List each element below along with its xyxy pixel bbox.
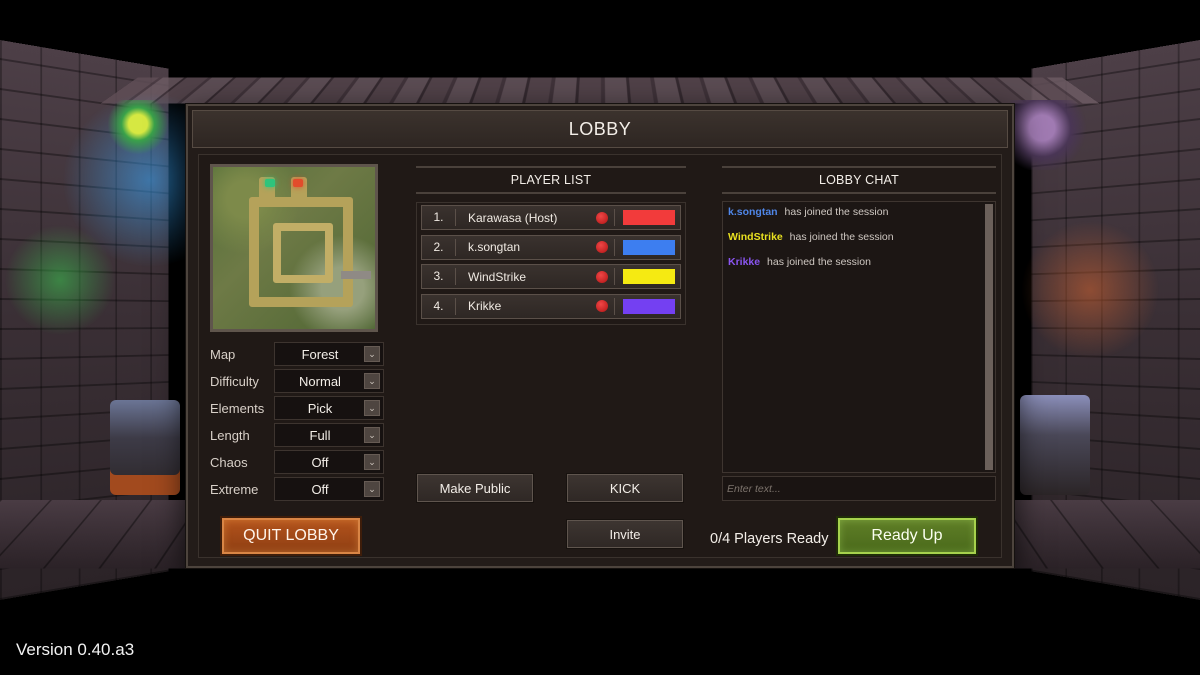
player-number: 1.: [422, 209, 456, 226]
chevron-down-icon[interactable]: ⌄: [364, 346, 380, 362]
player-row[interactable]: 3. WindStrike: [421, 264, 681, 289]
players-ready-status: 0/4 Players Ready: [710, 531, 829, 547]
setting-label: Chaos: [210, 454, 248, 470]
setting-map: Map Forest ⌄: [210, 342, 388, 366]
setting-label: Difficulty: [210, 373, 259, 389]
spawn-green-icon: [265, 179, 275, 187]
chat-input[interactable]: [722, 476, 996, 501]
dungeon-floor-back: [100, 77, 1100, 104]
green-creature: [0, 220, 120, 340]
chevron-down-icon[interactable]: ⌄: [364, 481, 380, 497]
chevron-down-icon[interactable]: ⌄: [364, 454, 380, 470]
chat-username: Krikke: [728, 256, 761, 268]
chat-message: WindStrike has joined the session: [728, 231, 977, 243]
length-dropdown[interactable]: Full ⌄: [274, 423, 384, 447]
map-gate: [341, 271, 371, 279]
dropdown-value: Normal: [299, 373, 341, 389]
map-path-inner: [273, 223, 333, 283]
chat-text: has joined the session: [767, 256, 871, 268]
setting-extreme: Extreme Off ⌄: [210, 477, 388, 501]
dropdown-value: Forest: [301, 346, 339, 362]
chat-scrollbar[interactable]: [985, 204, 993, 470]
setting-difficulty: Difficulty Normal ⌄: [210, 369, 388, 393]
setting-label: Extreme: [210, 481, 259, 497]
map-preview: [210, 164, 378, 332]
chat-username: k.songtan: [728, 206, 778, 218]
setting-label: Map: [210, 346, 236, 362]
player-name: WindStrike: [468, 269, 527, 284]
not-ready-indicator-icon: [596, 241, 608, 253]
orange-golem: [1020, 210, 1160, 370]
not-ready-indicator-icon: [596, 300, 608, 312]
chat-username: WindStrike: [728, 231, 783, 243]
lobby-window: LOBBY Map Forest ⌄ Difficulty Normal ⌄ E…: [186, 104, 1014, 568]
extreme-dropdown[interactable]: Off ⌄: [274, 477, 384, 501]
divider: [614, 238, 615, 256]
setting-elements: Elements Pick ⌄: [210, 396, 388, 420]
map-dropdown[interactable]: Forest ⌄: [274, 342, 384, 366]
lobby-chat-title: LOBBY CHAT: [722, 166, 996, 194]
player-row[interactable]: 1. Karawasa (Host): [421, 205, 681, 230]
plant-tower: [108, 100, 168, 160]
player-number: 3.: [422, 268, 456, 285]
invite-button[interactable]: Invite: [567, 520, 683, 548]
make-public-button[interactable]: Make Public: [417, 474, 533, 502]
setting-chaos: Chaos Off ⌄: [210, 450, 388, 474]
divider: [614, 209, 615, 226]
cannon-tower-left: [110, 400, 180, 495]
player-list: 1. Karawasa (Host) 2. k.songtan 3. WindS…: [416, 202, 686, 325]
player-color-swatch[interactable]: [623, 210, 675, 225]
setting-label: Length: [210, 427, 250, 443]
ready-up-button[interactable]: Ready Up: [838, 518, 976, 554]
not-ready-indicator-icon: [596, 211, 608, 224]
game-settings: Map Forest ⌄ Difficulty Normal ⌄ Element…: [210, 342, 388, 504]
chevron-down-icon[interactable]: ⌄: [364, 427, 380, 443]
divider: [614, 268, 615, 285]
lobby-title: LOBBY: [568, 118, 632, 139]
dropdown-value: Off: [311, 481, 329, 497]
difficulty-dropdown[interactable]: Normal ⌄: [274, 369, 384, 393]
player-color-swatch[interactable]: [623, 298, 675, 314]
chat-log: k.songtan has joined the session WindStr…: [722, 201, 996, 473]
dropdown-value: Pick: [307, 400, 333, 416]
dropdown-value: Full: [309, 427, 331, 443]
player-list-title: PLAYER LIST: [416, 166, 686, 194]
setting-label: Elements: [210, 400, 265, 416]
player-row[interactable]: 4. Krikke: [421, 293, 681, 319]
chat-message: Krikke has joined the session: [728, 256, 977, 268]
spawn-red-icon: [293, 179, 303, 187]
player-number: 2.: [422, 238, 456, 256]
chat-message: k.songtan has joined the session: [728, 206, 977, 218]
not-ready-indicator-icon: [596, 270, 608, 283]
version-label: Version 0.40.a3: [16, 640, 135, 659]
chevron-down-icon[interactable]: ⌄: [364, 400, 380, 416]
chaos-dropdown[interactable]: Off ⌄: [274, 450, 384, 474]
lobby-header: LOBBY: [192, 110, 1008, 148]
player-name: Krikke: [468, 299, 502, 313]
player-color-swatch[interactable]: [623, 239, 675, 255]
player-name: k.songtan: [468, 240, 521, 254]
player-color-swatch[interactable]: [623, 269, 675, 284]
kick-button[interactable]: KICK: [567, 474, 683, 502]
chat-text: has joined the session: [784, 206, 889, 218]
elements-dropdown[interactable]: Pick ⌄: [274, 396, 384, 420]
quit-lobby-button[interactable]: QUIT LOBBY: [222, 518, 360, 554]
dropdown-value: Off: [311, 454, 329, 470]
cannon-tower-right: [1020, 395, 1090, 495]
purple-cannon: [1010, 100, 1090, 170]
player-name: Karawasa (Host): [468, 210, 558, 225]
chevron-down-icon[interactable]: ⌄: [364, 373, 380, 389]
player-number: 4.: [422, 297, 456, 315]
divider: [614, 297, 615, 315]
player-row[interactable]: 2. k.songtan: [421, 234, 681, 260]
chat-text: has joined the session: [789, 231, 894, 243]
setting-length: Length Full ⌄: [210, 423, 388, 447]
